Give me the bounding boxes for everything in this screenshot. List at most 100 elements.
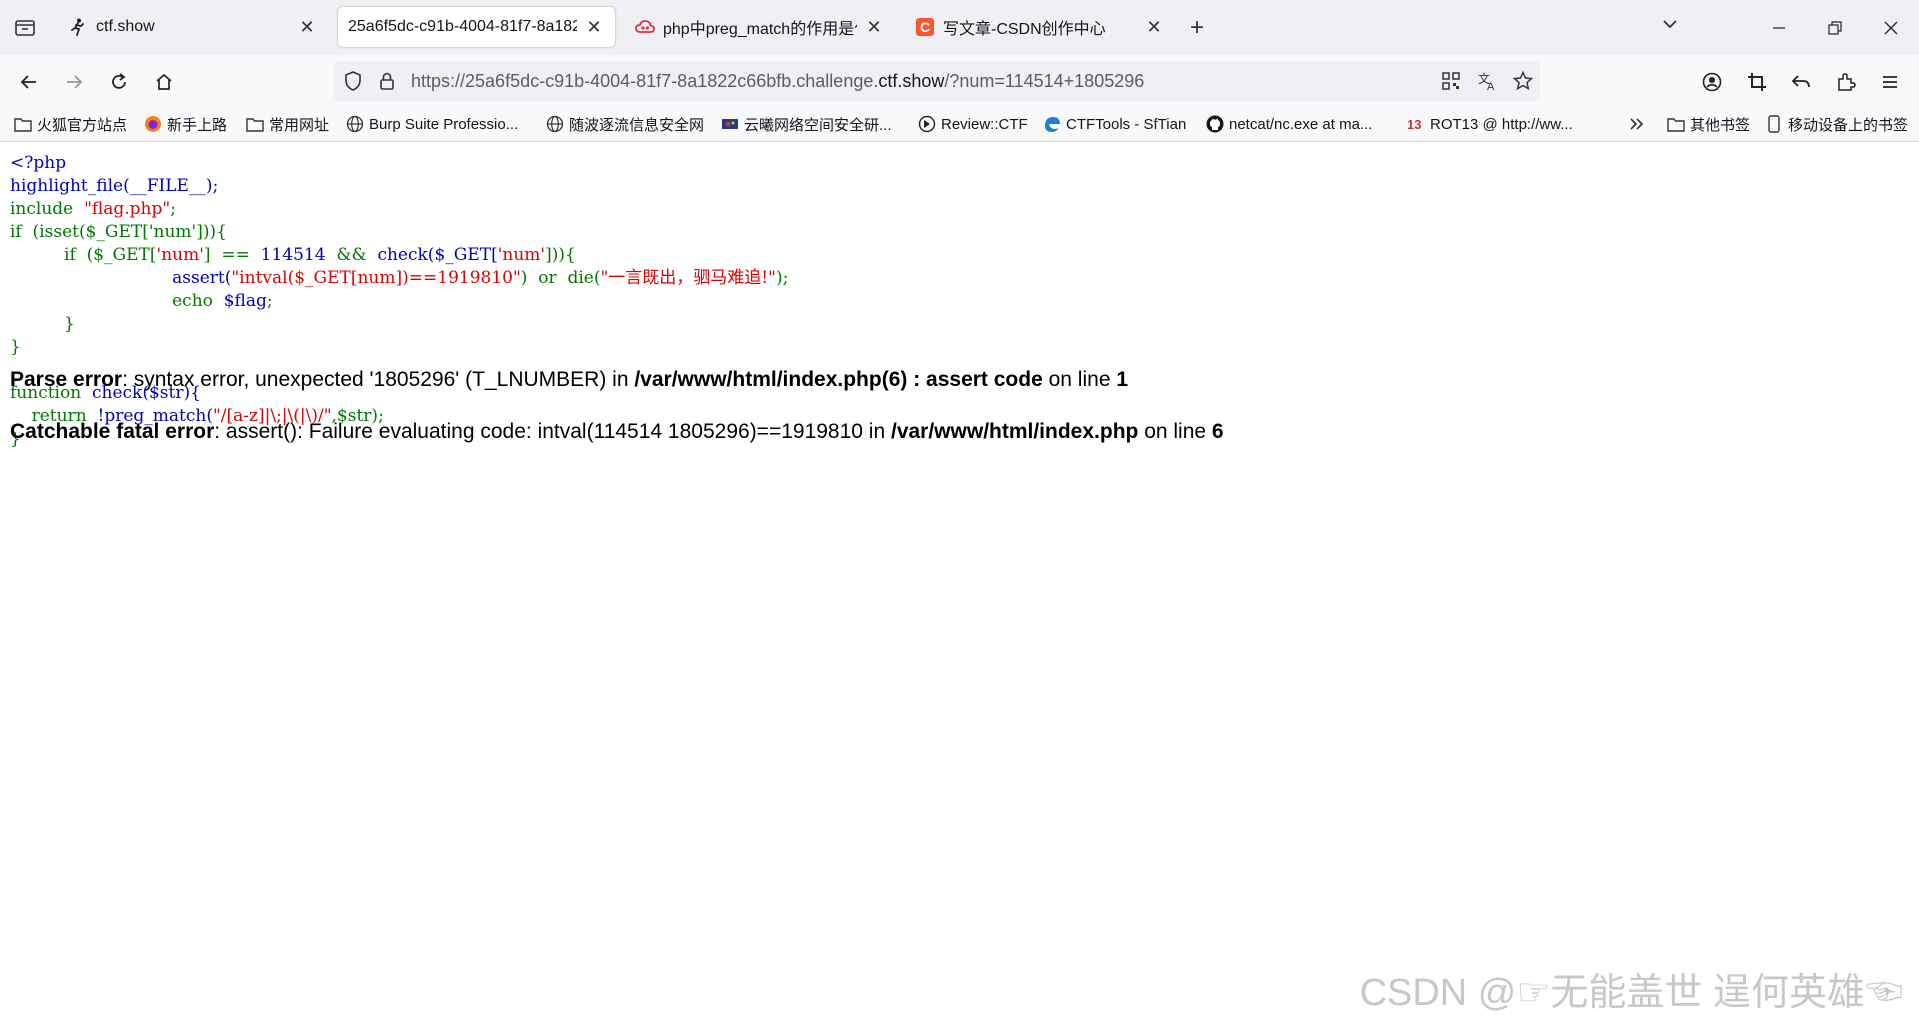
- running-person-icon: [68, 17, 88, 37]
- bookmark-item[interactable]: 新手上路: [144, 107, 227, 141]
- bookmark-item[interactable]: Review::CTF: [918, 107, 1028, 141]
- menu-hamburger-icon[interactable]: [1875, 67, 1905, 97]
- bookmark-label: CTFTools - SfTian: [1066, 115, 1187, 133]
- code-string: 'num': [156, 245, 204, 265]
- bookmark-item[interactable]: 随波逐流信息安全网: [546, 107, 704, 141]
- error-text: on line: [1138, 420, 1212, 443]
- globe-icon: [546, 115, 564, 133]
- undo-share-icon[interactable]: [1786, 67, 1816, 97]
- cloud-icon: [635, 17, 655, 37]
- bookmark-item[interactable]: netcat/nc.exe at ma...: [1206, 107, 1372, 141]
- bookmark-item[interactable]: 云曦网络空间安全研...: [721, 107, 892, 141]
- tab-ctfshow[interactable]: ctf.show ✕: [58, 7, 328, 47]
- code-keyword: echo: [172, 291, 213, 311]
- error-text: on line: [1042, 368, 1117, 391]
- reload-icon[interactable]: [104, 67, 134, 97]
- url-domain: ctf.show: [878, 71, 945, 91]
- list-all-tabs-icon[interactable]: [1660, 14, 1680, 39]
- close-tab-icon[interactable]: ✕: [863, 16, 885, 38]
- tab-title: ctf.show: [96, 18, 155, 35]
- tab-title: 25a6f5dc-c91b-4004-81f7-8a182: [348, 18, 577, 35]
- bookmark-label: 其他书签: [1690, 116, 1751, 134]
- code-op: &&: [336, 245, 367, 265]
- code-text: die(: [567, 268, 601, 288]
- tab-title: 写文章-CSDN创作中心: [943, 21, 1106, 38]
- bookmark-label: Burp Suite Professio...: [369, 115, 519, 133]
- code-number: 114514: [260, 245, 326, 265]
- close-tab-icon[interactable]: ✕: [296, 16, 318, 38]
- bookmark-label: Review::CTF: [941, 115, 1028, 133]
- code-string: 'num': [497, 245, 546, 265]
- bookmark-item[interactable]: 火狐官方站点: [14, 107, 127, 141]
- qr-code-icon[interactable]: [1440, 70, 1462, 97]
- forward-icon[interactable]: [59, 67, 89, 97]
- code-text: ($_GET[: [86, 245, 157, 265]
- code-text: (isset($_GET['num'])){: [32, 222, 227, 242]
- close-window-icon[interactable]: [1863, 0, 1919, 55]
- tab-csdn-write[interactable]: C 写文章-CSDN创作中心 ✕: [905, 7, 1175, 47]
- firefox-view-icon[interactable]: [10, 14, 40, 42]
- minimize-icon[interactable]: [1751, 0, 1807, 55]
- tab-challenge[interactable]: 25a6f5dc-c91b-4004-81f7-8a182 ✕: [338, 7, 615, 47]
- fatal-error-message: Catchable fatal error: assert(): Failure…: [10, 420, 1224, 444]
- globe-icon: [346, 115, 364, 133]
- navigation-toolbar: https://25a6f5dc-c91b-4004-81f7-8a1822c6…: [0, 55, 1919, 107]
- svg-text:13: 13: [1407, 117, 1421, 132]
- code-op: ==: [221, 245, 250, 265]
- code-keyword: if: [10, 222, 22, 242]
- code-text: ): [520, 268, 528, 288]
- bookmark-item[interactable]: Burp Suite Professio...: [346, 107, 518, 141]
- code-string: "一言既出，驷马难追!": [600, 268, 776, 288]
- folder-icon: [246, 115, 264, 133]
- window-controls: [1751, 0, 1919, 55]
- bookmarks-toolbar: 火狐官方站点 新手上路 常用网址 Burp Suite Professio...…: [0, 107, 1919, 142]
- tab-strip: ctf.show ✕ 25a6f5dc-c91b-4004-81f7-8a182…: [0, 0, 1919, 55]
- url-text[interactable]: https://25a6f5dc-c91b-4004-81f7-8a1822c6…: [411, 61, 1144, 101]
- phone-icon: [1765, 115, 1783, 133]
- github-icon: [1206, 115, 1224, 133]
- close-tab-icon[interactable]: ✕: [1143, 16, 1165, 38]
- screenshot-crop-icon[interactable]: [1742, 67, 1772, 97]
- bookmark-item[interactable]: 移动设备上的书签: [1765, 107, 1908, 141]
- rot13-icon: 13: [1407, 115, 1425, 133]
- back-icon[interactable]: [14, 67, 44, 97]
- svg-text:A: A: [1487, 81, 1495, 92]
- svg-text:C: C: [920, 19, 930, 35]
- review-icon: [918, 115, 936, 133]
- code-text: );: [775, 268, 789, 288]
- tracking-protection-shield-icon[interactable]: [342, 70, 364, 97]
- extensions-puzzle-icon[interactable]: [1831, 67, 1861, 97]
- code-punct: ;: [170, 199, 176, 219]
- error-text: : syntax error, unexpected '1805296' (T_…: [122, 368, 635, 391]
- bookmark-star-icon[interactable]: [1512, 70, 1534, 97]
- error-line-number: 1: [1116, 368, 1129, 391]
- code-keyword: include: [10, 199, 74, 219]
- bookmark-item[interactable]: 其他书签: [1667, 107, 1750, 141]
- more-bookmarks-chevron-icon[interactable]: [1628, 107, 1646, 141]
- lock-icon[interactable]: [376, 70, 398, 97]
- error-text: : assert(): Failure evaluating code: int…: [214, 420, 891, 443]
- new-tab-icon[interactable]: +: [1190, 14, 1204, 42]
- csdn-watermark: CSDN @☞无能盖世 逞何英雄☜: [1359, 972, 1903, 1014]
- tab-preg-match[interactable]: php中preg_match的作用是什么 ✕: [625, 7, 895, 47]
- code-punct: ;: [266, 291, 273, 311]
- close-tab-icon[interactable]: ✕: [583, 16, 605, 38]
- url-prefix: https://25a6f5dc-c91b-4004-81f7-8a1822c6…: [411, 71, 879, 91]
- bookmark-item[interactable]: CTFTools - SfTian: [1043, 107, 1186, 141]
- restore-icon[interactable]: [1807, 0, 1863, 55]
- csdn-c-icon: C: [915, 17, 935, 37]
- bookmark-item[interactable]: 13 ROT13 @ http://ww...: [1407, 107, 1573, 141]
- code-brace: }: [64, 314, 75, 334]
- translate-icon[interactable]: 文A: [1476, 70, 1498, 97]
- error-file: /var/www/html/index.php: [890, 420, 1139, 443]
- error-line-number: 6: [1211, 420, 1224, 443]
- bookmark-item[interactable]: 常用网址: [246, 107, 329, 141]
- address-bar[interactable]: https://25a6f5dc-c91b-4004-81f7-8a1822c6…: [334, 61, 1540, 101]
- edge-icon: [1043, 115, 1061, 133]
- home-icon[interactable]: [149, 67, 179, 97]
- account-icon[interactable]: [1697, 67, 1727, 97]
- error-label: Catchable fatal error: [10, 420, 215, 443]
- code-text: check($_GET[: [377, 245, 498, 265]
- highlighted-source-code: <?php highlight_file(__FILE__); include …: [10, 152, 788, 451]
- code-text: ])){: [545, 245, 576, 265]
